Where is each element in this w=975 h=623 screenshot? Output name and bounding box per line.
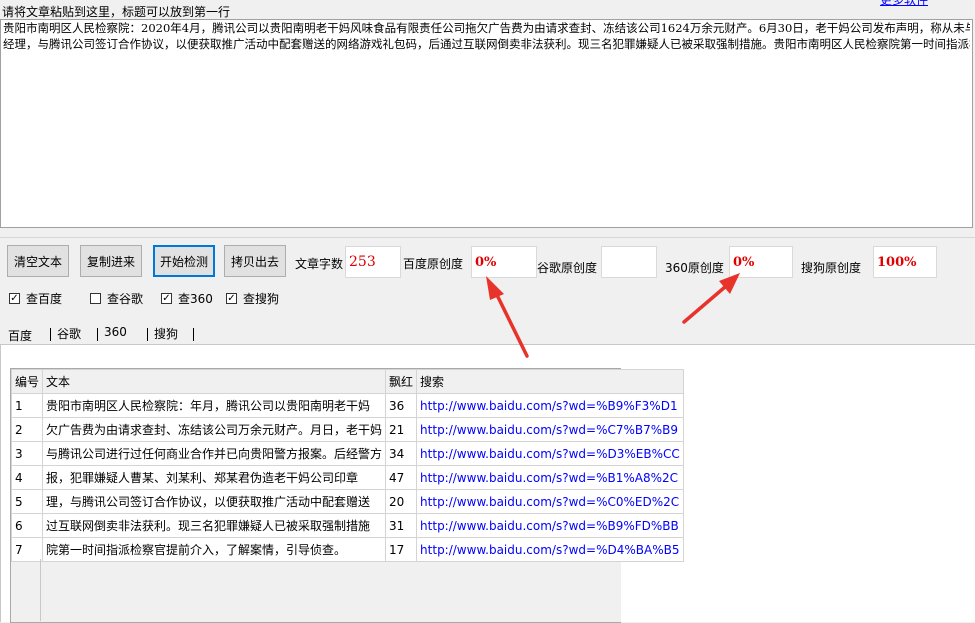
table-row[interactable]: 6 过互联网倒卖非法获利。现三名犯罪嫌疑人已被采取强制措施 31 http://…: [10, 513, 684, 538]
table-header-row: 编号 文本 飘红 搜索: [10, 369, 684, 394]
results-grid[interactable]: 编号 文本 飘红 搜索 1 贵阳市南明区人民检察院：年月，腾讯公司以贵阳南明老干…: [10, 368, 684, 623]
tab-divider: [97, 328, 98, 341]
checkbox-unchecked-icon[interactable]: [90, 293, 101, 304]
row-red-count: 20: [385, 489, 418, 514]
row-id: 5: [10, 489, 44, 514]
column-header-search[interactable]: 搜索: [416, 369, 684, 394]
row-search-link[interactable]: http://www.baidu.com/s?wd=%C7%B7%B9: [416, 417, 684, 442]
row-red-count: 17: [385, 537, 418, 562]
tab-baidu[interactable]: 百度: [4, 327, 36, 344]
row-text: 与腾讯公司进行过任何商业合作并已向贵阳警方报案。后经警方: [42, 441, 387, 466]
row-search-link[interactable]: http://www.baidu.com/s?wd=%B9%F3%D1: [416, 393, 684, 418]
checkbox-checked-icon[interactable]: ✓: [9, 293, 20, 304]
checkbox-checked-icon[interactable]: ✓: [226, 293, 237, 304]
row-search-link[interactable]: http://www.baidu.com/s?wd=%D3%EB%CC: [416, 441, 684, 466]
paste-in-button[interactable]: 复制进来: [80, 245, 142, 277]
row-red-count: 34: [385, 441, 418, 466]
word-count-label: 文章字数: [295, 257, 344, 271]
column-header-id[interactable]: 编号: [10, 369, 44, 394]
row-id: 3: [10, 441, 44, 466]
360-originality-field[interactable]: 0%: [729, 246, 793, 278]
table-row[interactable]: 5 理，与腾讯公司签订合作协议，以便获取推广活动中配套赠送 20 http://…: [10, 489, 684, 514]
table-row[interactable]: 2 欠广告费为由请求查封、冻结该公司万余元财产。月日，老干妈 21 http:/…: [10, 417, 684, 442]
row-red-count: 36: [385, 393, 418, 418]
row-text: 欠广告费为由请求查封、冻结该公司万余元财产。月日，老干妈: [42, 417, 387, 442]
row-red-count: 31: [385, 513, 418, 538]
table-row[interactable]: 1 贵阳市南明区人民检察院：年月，腾讯公司以贵阳南明老干妈 36 http://…: [10, 393, 684, 418]
check-360-label: 查360: [178, 292, 213, 306]
tab-divider: [147, 328, 148, 341]
row-text: 过互联网倒卖非法获利。现三名犯罪嫌疑人已被采取强制措施: [42, 513, 387, 538]
column-header-text[interactable]: 文本: [42, 369, 387, 394]
row-text: 院第一时间指派检察官提前介入，了解案情，引导侦查。: [42, 537, 387, 562]
table-row[interactable]: 4 报，犯罪嫌疑人曹某、刘某利、郑某君伪造老干妈公司印章 47 http://w…: [10, 465, 684, 490]
check-sogou-label: 查搜狗: [243, 292, 280, 306]
instruction-label: 请将文章粘贴到这里，标题可以放到第一行: [2, 5, 231, 19]
row-red-count: 47: [385, 465, 418, 490]
divider: [0, 237, 975, 238]
checkbox-checked-icon[interactable]: ✓: [161, 293, 172, 304]
row-search-link[interactable]: http://www.baidu.com/s?wd=%B1%A8%2C: [416, 465, 684, 490]
sogou-originality-label: 搜狗原创度: [801, 261, 862, 275]
row-id: 1: [10, 393, 44, 418]
check-google-label: 查谷歌: [107, 292, 144, 306]
grid-column-line: [40, 559, 41, 621]
article-line-1: 贵阳市南明区人民检察院：2020年4月，腾讯公司以贵阳南明老干妈风味食品有限责任…: [3, 21, 970, 35]
table-row[interactable]: 3 与腾讯公司进行过任何商业合作并已向贵阳警方报案。后经警方 34 http:/…: [10, 441, 684, 466]
row-search-link[interactable]: http://www.baidu.com/s?wd=%C0%ED%2C: [416, 489, 684, 514]
tab-google[interactable]: 谷歌: [53, 325, 85, 342]
check-baidu[interactable]: ✓ 查百度: [9, 290, 62, 307]
tab-divider: [193, 328, 194, 341]
article-textarea[interactable]: 贵阳市南明区人民检察院：2020年4月，腾讯公司以贵阳南明老干妈风味食品有限责任…: [0, 19, 973, 228]
results-table: 编号 文本 飘红 搜索 1 贵阳市南明区人民检察院：年月，腾讯公司以贵阳南明老干…: [10, 369, 684, 562]
row-text: 报，犯罪嫌疑人曹某、刘某利、郑某君伪造老干妈公司印章: [42, 465, 387, 490]
row-red-count: 21: [385, 417, 418, 442]
row-search-link[interactable]: http://www.baidu.com/s?wd=%B9%FD%BB: [416, 513, 684, 538]
row-id: 4: [10, 465, 44, 490]
row-id: 6: [10, 513, 44, 538]
google-originality-label: 谷歌原创度: [537, 261, 598, 275]
row-text: 贵阳市南明区人民检察院：年月，腾讯公司以贵阳南明老干妈: [42, 393, 387, 418]
clear-text-button[interactable]: 清空文本: [7, 245, 69, 277]
row-search-link[interactable]: http://www.baidu.com/s?wd=%D4%BA%B5: [416, 537, 684, 562]
check-baidu-label: 查百度: [26, 292, 63, 306]
table-row[interactable]: 7 院第一时间指派检察官提前介入，了解案情，引导侦查。 17 http://ww…: [10, 537, 684, 562]
baidu-originality-field[interactable]: 0%: [471, 246, 537, 278]
red-arrow-icon: [682, 273, 740, 324]
start-check-button[interactable]: 开始检测: [153, 245, 215, 277]
tab-divider: [50, 328, 51, 341]
check-google[interactable]: 查谷歌: [90, 290, 143, 307]
google-originality-field[interactable]: [601, 246, 657, 278]
article-line-2: 经理，与腾讯公司签订合作协议，以便获取推广活动中配套赠送的网络游戏礼包码，后通过…: [3, 37, 970, 51]
tab-sogou[interactable]: 搜狗: [150, 325, 182, 342]
360-originality-label: 360原创度: [665, 261, 724, 275]
word-count-field[interactable]: 253: [345, 246, 401, 278]
sogou-originality-field[interactable]: 100%: [873, 246, 937, 278]
check-sogou[interactable]: ✓ 查搜狗: [226, 290, 279, 307]
tab-360[interactable]: 360: [100, 325, 131, 339]
more-software-link[interactable]: 更多软件: [880, 0, 928, 8]
row-text: 理，与腾讯公司签订合作协议，以便获取推广活动中配套赠送: [42, 489, 387, 514]
row-id: 2: [10, 417, 44, 442]
column-header-red[interactable]: 飘红: [385, 369, 418, 394]
row-id: 7: [10, 537, 44, 562]
engine-tabs: 百度 谷歌 360 搜狗: [0, 320, 975, 345]
baidu-originality-label: 百度原创度: [403, 257, 464, 271]
check-360[interactable]: ✓ 查360: [161, 290, 213, 307]
copy-out-button[interactable]: 拷贝出去: [224, 245, 286, 277]
